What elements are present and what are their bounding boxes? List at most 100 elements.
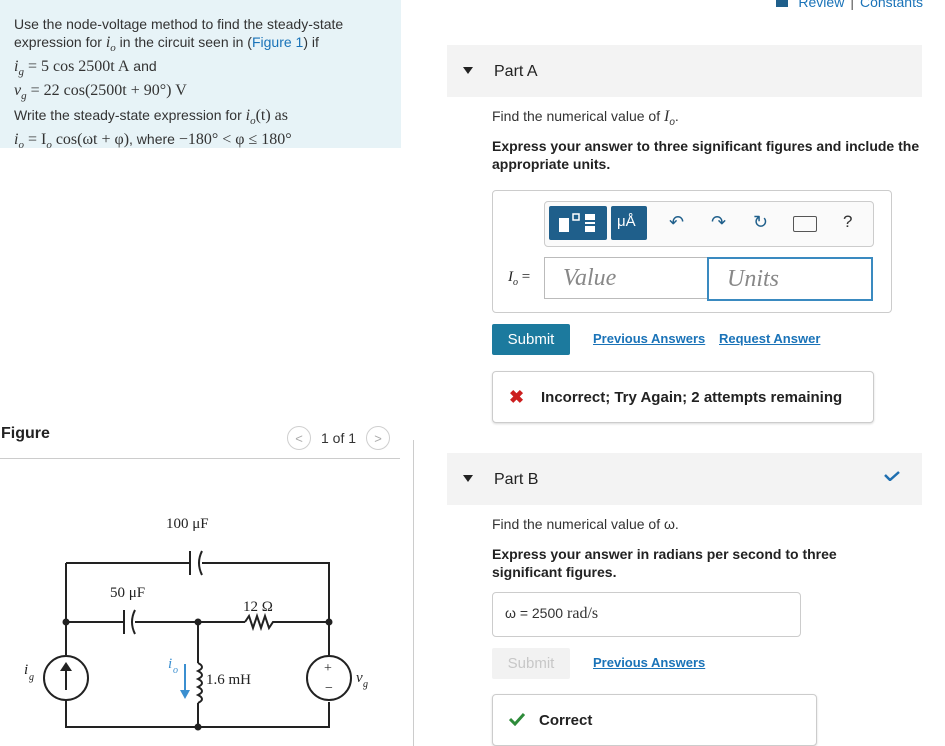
part-b-answer-box: ω = 2500 rad/s: [492, 592, 801, 637]
figure-divider: [0, 458, 400, 459]
problem-text-part: expression for: [14, 34, 106, 50]
c1-plate-right: [198, 550, 203, 576]
part-a-answer-box: μÅ ↶ ↷ ↻ ? Io = Value Units: [492, 190, 892, 313]
vg-equation: vg = 22 cos(2500t + 90°) V: [14, 82, 187, 103]
keyboard-icon[interactable]: [793, 216, 817, 232]
value-input[interactable]: Value: [544, 257, 708, 299]
current-source-arrowhead: [60, 662, 72, 671]
label-1.6mH: 1.6 mH: [206, 672, 251, 688]
problem-line-vg: vg = 22 cos(2500t + 90°) V: [14, 81, 394, 105]
prompt-end: .: [674, 108, 679, 124]
units-placeholder: Units: [727, 266, 780, 292]
prompt-text: Find the numerical value of: [492, 108, 664, 124]
io-answer-eq: =: [518, 269, 531, 285]
incorrect-x-icon: ✖: [509, 387, 525, 407]
next-figure-button[interactable]: >: [366, 426, 391, 450]
part-b-prompt: Find the numerical value of ω.: [492, 516, 679, 532]
collapse-triangle-icon: [463, 67, 473, 74]
part-b-feedback-text: Correct: [539, 712, 593, 729]
figure-link[interactable]: Figure 1: [252, 34, 303, 50]
check-icon: [884, 471, 900, 481]
redo-icon[interactable]: ↷: [711, 212, 726, 233]
inductor-coil: [195, 662, 203, 704]
io-symbol: io: [106, 34, 116, 54]
vg-expr: = 22 cos(2500t + 90°) V: [30, 82, 187, 100]
prev-figure-button[interactable]: <: [287, 426, 311, 450]
undo-icon[interactable]: ↶: [669, 212, 684, 233]
part-a-label: Part A: [494, 63, 538, 80]
io-form-expr2: cos(ωt + φ): [51, 130, 130, 148]
label-12ohm: 12 Ω: [243, 599, 273, 615]
part-a-prompt: Find the numerical value of Io.: [492, 108, 679, 128]
label-io-sub: o: [173, 665, 178, 676]
problem-line-1: Use the node-voltage method to find the …: [14, 16, 344, 32]
reset-icon[interactable]: ↻: [753, 212, 768, 233]
phase-range: −180° < φ ≤ 180°: [178, 130, 292, 148]
math-toolbar: μÅ ↶ ↷ ↻ ?: [544, 201, 874, 247]
part-a-feedback-text: Incorrect; Try Again; 2 attempts remaini…: [541, 389, 843, 406]
part-a-submit-button[interactable]: Submit: [492, 324, 570, 355]
problem-text-part: in the circuit seen in (: [115, 34, 252, 50]
problem-text-part: and: [129, 58, 157, 75]
c2-plate-right: [131, 609, 136, 635]
node-dot: [62, 618, 70, 626]
part-b-answer: ω = 2500 rad/s: [505, 605, 598, 623]
figure-title: Figure: [1, 425, 50, 442]
problem-text-part: , where: [129, 130, 179, 147]
ig-expr: = 5 cos 2500t A: [27, 58, 130, 76]
ig-equation: ig = 5 cos 2500t A: [14, 58, 130, 79]
help-icon[interactable]: ?: [843, 212, 852, 232]
units-input[interactable]: Units: [707, 257, 873, 301]
resistor-12ohm: [244, 612, 329, 632]
omega-value: 2500: [531, 605, 564, 621]
omega-unit: rad/s: [563, 605, 599, 622]
label-minus: −: [325, 681, 333, 696]
units-symbol-button[interactable]: μÅ: [611, 206, 647, 240]
figure-pager: < 1 of 1 >: [287, 426, 391, 450]
micro-angstrom-label: μÅ: [617, 213, 636, 230]
review-icon: [776, 0, 789, 7]
review-link[interactable]: Review: [798, 0, 844, 10]
io-form: io = Io cos(ωt + φ): [14, 130, 130, 151]
io-answer-label: Io =: [508, 269, 530, 288]
templates-button[interactable]: [549, 206, 607, 240]
problem-line-6: io = Io cos(ωt + φ), where −180° < φ ≤ 1…: [14, 130, 394, 154]
label-plus: +: [324, 661, 332, 676]
top-links: Review | Constants: [776, 0, 923, 10]
problem-line-5: Write the steady-state expression for io…: [14, 106, 394, 130]
templates-icon: [559, 213, 595, 232]
collapse-triangle-icon: [463, 475, 473, 482]
value-placeholder: Value: [563, 265, 617, 291]
node-dot: [194, 723, 202, 731]
problem-text: Use the node-voltage method to find the …: [14, 15, 394, 154]
problem-text-part: Write the steady-state expression for: [14, 106, 246, 123]
chevron-right-icon: >: [374, 430, 382, 446]
circuit-diagram: 100 μF 50 μF 12 Ω 1.6 mH i g i o v g + −: [24, 516, 368, 731]
chevron-left-icon: <: [295, 430, 303, 446]
problem-statement: Use the node-voltage method to find the …: [0, 0, 401, 151]
problem-line-2: expression for io in the circuit seen in…: [14, 33, 394, 57]
problem-line-ig: ig = 5 cos 2500t A and: [14, 57, 394, 81]
part-b-label: Part B: [494, 471, 539, 488]
constants-link[interactable]: Constants: [860, 0, 923, 10]
label-vg: v: [356, 670, 363, 686]
io-arrowhead: [180, 690, 190, 699]
io-t-expr: io(t) as: [245, 106, 289, 127]
correct-check-icon: [509, 712, 525, 726]
part-a-header[interactable]: Part A: [447, 45, 922, 97]
label-50uF: 50 μF: [110, 585, 145, 601]
label-ig-sub: g: [29, 672, 34, 683]
request-answer-link[interactable]: Request Answer: [719, 331, 820, 346]
node-dot: [194, 618, 202, 626]
pager-text: 1 of 1: [321, 430, 357, 446]
part-a-instruction: Express your answer to three significant…: [492, 138, 920, 172]
part-b-header[interactable]: Part B: [447, 453, 922, 505]
io-t-suffix: (t) as: [255, 106, 289, 124]
io-form-expr: = I: [27, 130, 47, 148]
column-divider: [413, 440, 414, 746]
node-dot: [325, 618, 333, 626]
omega-prefix: ω =: [505, 605, 532, 621]
part-b-previous-answers-link[interactable]: Previous Answers: [593, 655, 705, 670]
problem-text-part: ) if: [303, 34, 319, 50]
part-a-previous-answers-link[interactable]: Previous Answers: [593, 331, 705, 346]
